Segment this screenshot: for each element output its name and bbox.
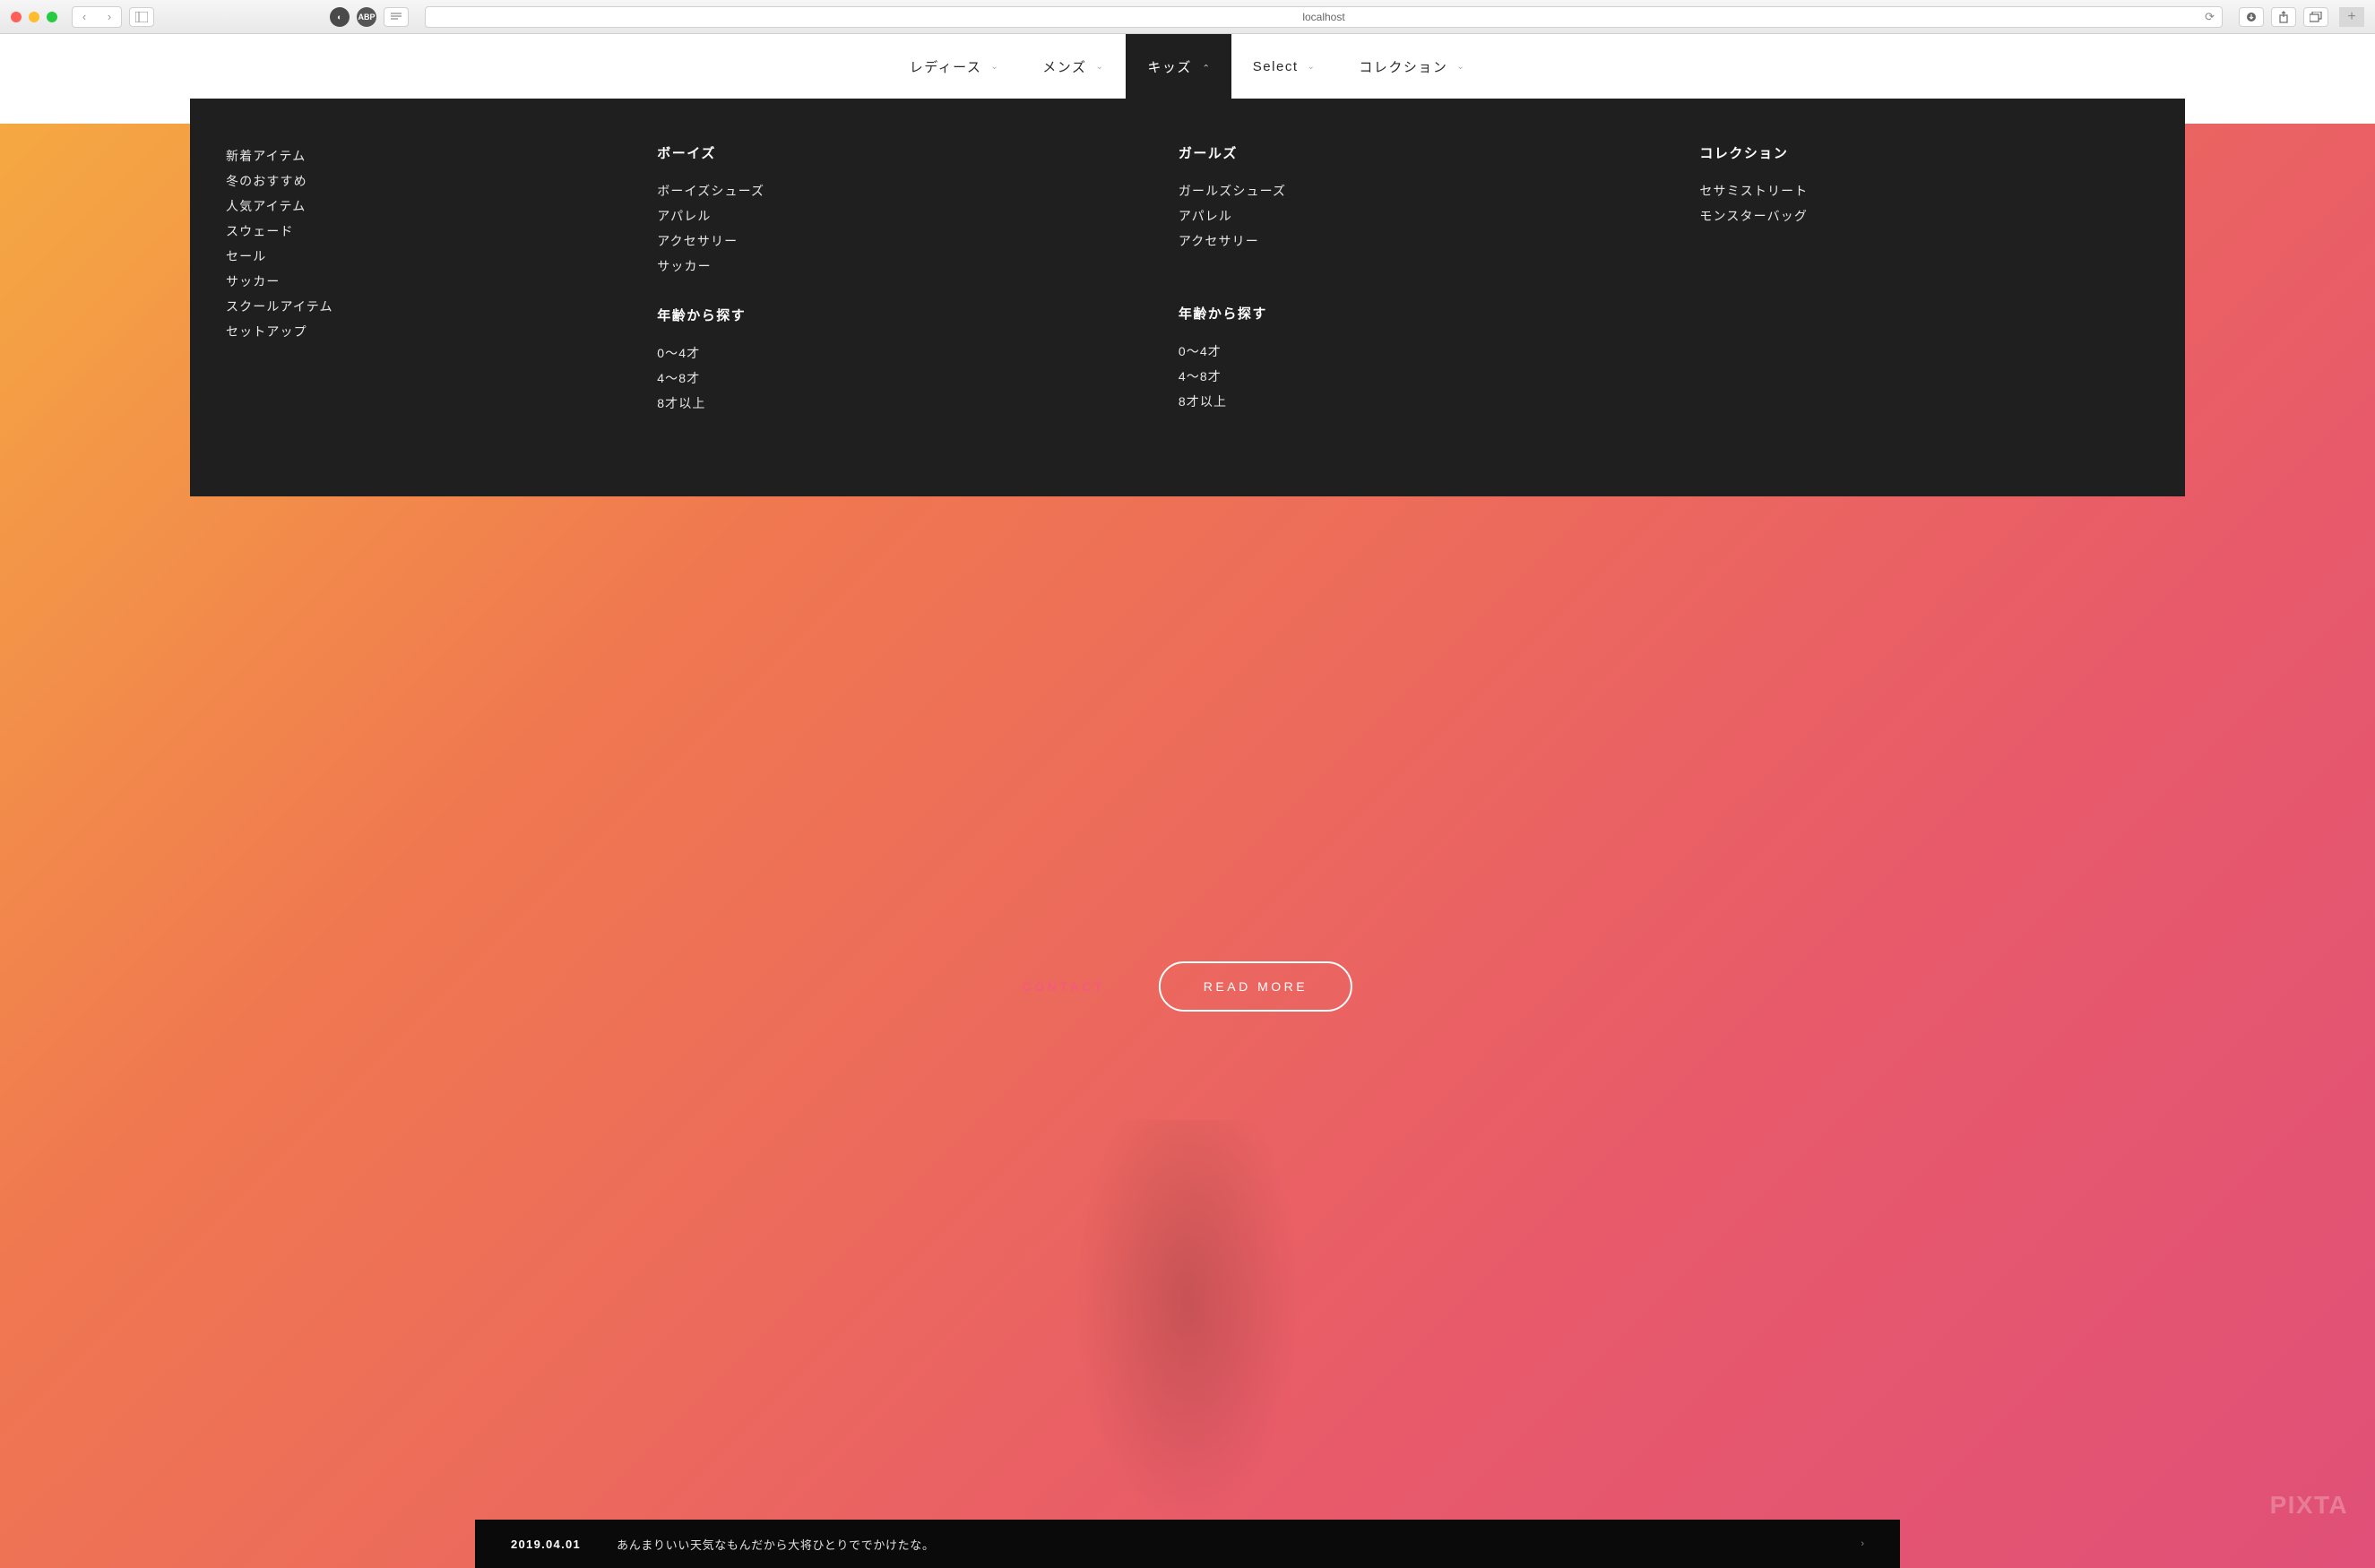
- chevron-down-icon: ⌄: [1096, 62, 1105, 72]
- mega-link[interactable]: スクールアイテム: [226, 294, 585, 319]
- mega-heading-girls: ガールズ: [1179, 143, 1628, 162]
- nav-label: キッズ: [1147, 57, 1192, 76]
- news-ticker: 2019.04.01 あんまりいい天気なもんだから大将ひとりででかけたな。 ›: [475, 1520, 1900, 1568]
- mega-link[interactable]: アクセサリー: [657, 228, 1107, 254]
- address-bar[interactable]: localhost ⟳: [425, 6, 2223, 28]
- chevron-down-icon: ⌄: [990, 62, 999, 72]
- contact-link[interactable]: CONTACT: [1023, 979, 1105, 994]
- mega-section-boys: ボーイズ ボーイズシューズ アパレル アクセサリー サッカー: [657, 143, 1107, 279]
- mega-heading-collection: コレクション: [1699, 143, 2149, 162]
- share-button[interactable]: [2271, 7, 2296, 27]
- mega-link[interactable]: 4〜8才: [1179, 364, 1628, 389]
- mega-link[interactable]: 0〜4才: [657, 340, 1107, 366]
- hero-image: [1053, 1120, 1322, 1568]
- share-icon: [2278, 11, 2289, 23]
- nav-label: コレクション: [1359, 57, 1447, 76]
- main-navigation: レディース ⌄ メンズ ⌄ キッズ ⌄ Select ⌄ コレクション ⌄: [0, 34, 2375, 99]
- nav-list: レディース ⌄ メンズ ⌄ キッズ ⌄ Select ⌄ コレクション ⌄: [888, 34, 1488, 99]
- mega-section-boys-age: 年齢から探す 0〜4才 4〜8才 8才以上: [657, 306, 1107, 416]
- mega-link[interactable]: 8才以上: [1179, 389, 1628, 414]
- download-icon: [2246, 12, 2257, 22]
- mega-heading-boys: ボーイズ: [657, 143, 1107, 162]
- right-toolbar: [2239, 7, 2328, 27]
- mega-link[interactable]: 冬のおすすめ: [226, 168, 585, 194]
- maximize-window-button[interactable]: [47, 12, 57, 22]
- read-more-button[interactable]: READ MORE: [1159, 961, 1352, 1012]
- mega-link[interactable]: 人気アイテム: [226, 194, 585, 219]
- mega-link[interactable]: アクセサリー: [1179, 228, 1628, 254]
- tabs-icon: [2310, 12, 2322, 22]
- mega-col-girls: ガールズ ガールズシューズ アパレル アクセサリー 年齢から探す 0〜4才 4〜…: [1179, 143, 1628, 443]
- sidebar-icon: [135, 12, 148, 22]
- nav-label: レディース: [910, 57, 982, 76]
- extension-icon-1[interactable]: ◐: [330, 7, 350, 27]
- mega-link[interactable]: 4〜8才: [657, 366, 1107, 391]
- window-controls: [11, 12, 57, 22]
- news-text: あんまりいい天気なもんだから大将ひとりででかけたな。: [617, 1536, 935, 1553]
- nav-label: Select: [1253, 59, 1299, 74]
- mega-link[interactable]: 0〜4才: [1179, 339, 1628, 364]
- mega-link[interactable]: ボーイズシューズ: [657, 178, 1107, 203]
- mega-link[interactable]: セットアップ: [226, 319, 585, 344]
- mega-link[interactable]: サッカー: [657, 254, 1107, 279]
- nav-item-select[interactable]: Select ⌄: [1231, 34, 1338, 99]
- news-date: 2019.04.01: [511, 1538, 581, 1551]
- chevron-down-icon: ⌄: [1308, 62, 1317, 72]
- hero-actions: CONTACT READ MORE: [1023, 961, 1352, 1012]
- minimize-window-button[interactable]: [29, 12, 39, 22]
- mega-link[interactable]: アパレル: [1179, 203, 1628, 228]
- nav-label: メンズ: [1042, 57, 1086, 76]
- extension-icons: ◐ ABP: [330, 7, 376, 27]
- reader-mode-button[interactable]: [384, 7, 409, 27]
- browser-toolbar: ‹ › ◐ ABP localhost ⟳: [0, 0, 2375, 34]
- mega-col-boys: ボーイズ ボーイズシューズ アパレル アクセサリー サッカー 年齢から探す 0〜…: [657, 143, 1107, 443]
- mega-link[interactable]: アパレル: [657, 203, 1107, 228]
- back-button[interactable]: ‹: [73, 7, 96, 27]
- nav-item-collection[interactable]: コレクション ⌄: [1337, 34, 1487, 99]
- mega-col-collection: コレクション セサミストリート モンスターバッグ: [1699, 143, 2149, 443]
- mega-link[interactable]: サッカー: [226, 269, 585, 294]
- chevron-down-icon: ⌄: [1456, 62, 1465, 72]
- mega-link[interactable]: モンスターバッグ: [1699, 203, 2149, 228]
- mega-link[interactable]: セール: [226, 244, 585, 269]
- tabs-button[interactable]: [2303, 7, 2328, 27]
- mega-col-general: 新着アイテム 冬のおすすめ 人気アイテム スウェード セール サッカー スクール…: [226, 143, 585, 443]
- downloads-button[interactable]: [2239, 7, 2264, 27]
- reload-icon[interactable]: ⟳: [2205, 10, 2215, 24]
- mega-link[interactable]: セサミストリート: [1699, 178, 2149, 203]
- mega-link[interactable]: スウェード: [226, 219, 585, 244]
- mega-link[interactable]: ガールズシューズ: [1179, 178, 1628, 203]
- mega-link[interactable]: 8才以上: [657, 391, 1107, 416]
- watermark-text: PIXTA: [2270, 1491, 2348, 1520]
- reader-icon: [391, 13, 402, 22]
- nav-item-kids[interactable]: キッズ ⌄: [1126, 34, 1231, 99]
- mega-heading-age: 年齢から探す: [1179, 304, 1628, 323]
- new-tab-button[interactable]: +: [2339, 7, 2364, 27]
- mega-menu-kids: 新着アイテム 冬のおすすめ 人気アイテム スウェード セール サッカー スクール…: [190, 99, 2185, 496]
- nav-item-ladies[interactable]: レディース ⌄: [888, 34, 1022, 99]
- chevron-up-icon: ⌄: [1201, 62, 1210, 72]
- nav-item-mens[interactable]: メンズ ⌄: [1021, 34, 1126, 99]
- close-window-button[interactable]: [11, 12, 22, 22]
- page-content: CONTACT READ MORE PIXTA 2019.04.01 あんまりい…: [0, 34, 2375, 1568]
- adblock-icon[interactable]: ABP: [357, 7, 376, 27]
- history-nav: ‹ ›: [72, 6, 122, 28]
- news-next-icon[interactable]: ›: [1861, 1538, 1864, 1549]
- mega-heading-age: 年齢から探す: [657, 306, 1107, 324]
- mega-section-girls-age: 年齢から探す 0〜4才 4〜8才 8才以上: [1179, 304, 1628, 414]
- forward-button[interactable]: ›: [98, 7, 121, 27]
- mega-section-girls: ガールズ ガールズシューズ アパレル アクセサリー: [1179, 143, 1628, 254]
- url-text: localhost: [1302, 11, 1344, 23]
- sidebar-toggle-button[interactable]: [129, 7, 154, 27]
- mega-link[interactable]: 新着アイテム: [226, 143, 585, 168]
